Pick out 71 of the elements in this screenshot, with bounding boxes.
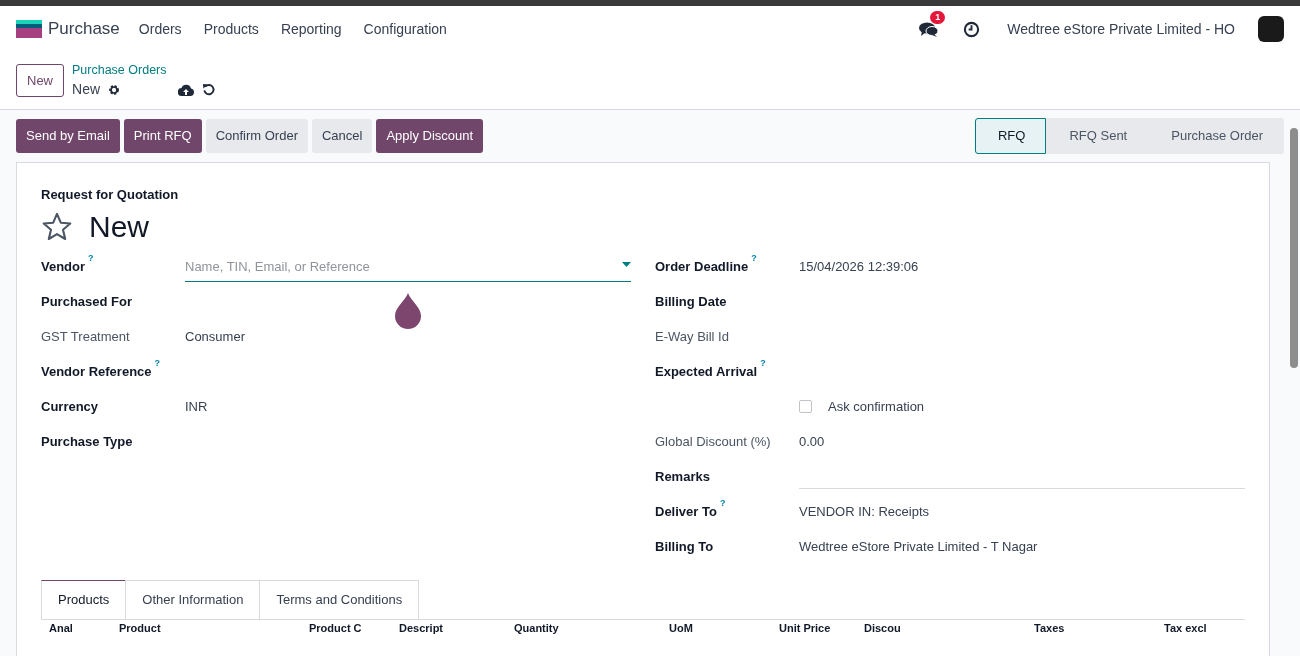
- scrollbar-thumb[interactable]: [1290, 128, 1298, 368]
- company-switcher[interactable]: Wedtree eStore Private Limited - HO: [996, 18, 1246, 40]
- field-label: Deliver To: [655, 504, 717, 519]
- field-label: Global Discount (%): [655, 434, 771, 449]
- record-name: New: [72, 80, 101, 100]
- field-label: Vendor Reference: [41, 364, 152, 379]
- field-label: Purchased For: [41, 294, 133, 309]
- clock-icon[interactable]: [963, 20, 981, 38]
- cloud-upload-icon[interactable]: [178, 83, 195, 96]
- action-button[interactable]: Confirm Order: [205, 119, 308, 153]
- field-value: 0.00: [799, 434, 825, 449]
- column-header[interactable]: Product C: [309, 621, 399, 635]
- column-header[interactable]: Quantity: [514, 621, 669, 635]
- notification-badge: 1: [930, 11, 946, 25]
- status-step[interactable]: RFQ Sent: [1046, 118, 1149, 154]
- menu-item[interactable]: Products: [192, 18, 270, 40]
- settings-icon[interactable]: [108, 83, 121, 96]
- field-label: Vendor: [41, 259, 86, 274]
- column-header[interactable]: Descript: [399, 621, 514, 635]
- chat-icon[interactable]: [919, 21, 940, 38]
- help-icon[interactable]: ?: [751, 253, 757, 264]
- menu-item[interactable]: Reporting: [269, 18, 353, 40]
- status-step[interactable]: Purchase Order: [1148, 118, 1284, 154]
- column-header[interactable]: Unit Price: [779, 621, 864, 635]
- app-logo-icon[interactable]: [16, 20, 42, 38]
- field-label: Expected Arrival: [655, 364, 758, 379]
- action-button[interactable]: Print RFQ: [123, 119, 202, 153]
- checkbox-label: Ask confirmation: [828, 398, 925, 416]
- help-icon[interactable]: ?: [154, 358, 161, 369]
- action-button[interactable]: Send by Email: [16, 119, 120, 153]
- action-button[interactable]: Apply Discount: [376, 119, 484, 153]
- field-label: GST Treatment: [41, 329, 130, 344]
- vendor-input-field[interactable]: Name, TIN, Email, or Reference: [185, 257, 631, 282]
- star-icon[interactable]: [41, 211, 73, 242]
- field-label: Purchase Type: [41, 434, 133, 449]
- discard-icon[interactable]: [202, 83, 216, 97]
- field-value: Consumer: [185, 329, 245, 344]
- form-subtitle: Request for Quotation: [41, 185, 180, 204]
- new-button[interactable]: New: [16, 63, 64, 98]
- field-label: Billing Date: [655, 294, 727, 309]
- column-header[interactable]: Taxes: [1034, 621, 1164, 635]
- column-header[interactable]: UoM: [669, 621, 779, 635]
- drop-icon: [395, 292, 421, 329]
- column-header[interactable]: Product: [119, 621, 309, 635]
- record-title: New: [89, 209, 149, 245]
- field-label: Currency: [41, 399, 99, 414]
- field-value: VENDOR IN: Receipts: [799, 504, 930, 519]
- column-header[interactable]: Discou: [864, 621, 1034, 635]
- field-value: INR: [185, 399, 208, 414]
- breadcrumb-link[interactable]: Purchase Orders: [72, 60, 216, 80]
- field-label: Remarks: [655, 469, 710, 484]
- column-header[interactable]: Anal: [49, 621, 119, 635]
- field-label: E-Way Bill Id: [655, 329, 729, 344]
- app-name[interactable]: Purchase: [48, 16, 120, 42]
- field-label: Order Deadline: [655, 259, 749, 274]
- column-header[interactable]: Tax excl: [1164, 621, 1224, 635]
- company-logo[interactable]: [1258, 16, 1284, 42]
- field-label: Billing To: [655, 539, 714, 554]
- field-value: 15/04/2026 12:39:06: [799, 259, 919, 274]
- help-icon[interactable]: ?: [719, 498, 726, 509]
- caret-icon[interactable]: [622, 262, 631, 267]
- help-icon[interactable]: ?: [88, 253, 94, 264]
- form-tab[interactable]: Products: [41, 580, 127, 619]
- menu-item[interactable]: Configuration: [352, 18, 458, 40]
- menu-item[interactable]: Orders: [127, 18, 193, 40]
- checkbox[interactable]: [799, 400, 812, 414]
- help-icon[interactable]: ?: [760, 358, 766, 369]
- action-button[interactable]: Cancel: [312, 119, 373, 153]
- field-value: Wedtree eStore Private Limited - T Nagar: [799, 539, 1038, 554]
- status-step[interactable]: RFQ: [975, 118, 1047, 154]
- form-tab[interactable]: Terms and Conditions: [259, 580, 420, 619]
